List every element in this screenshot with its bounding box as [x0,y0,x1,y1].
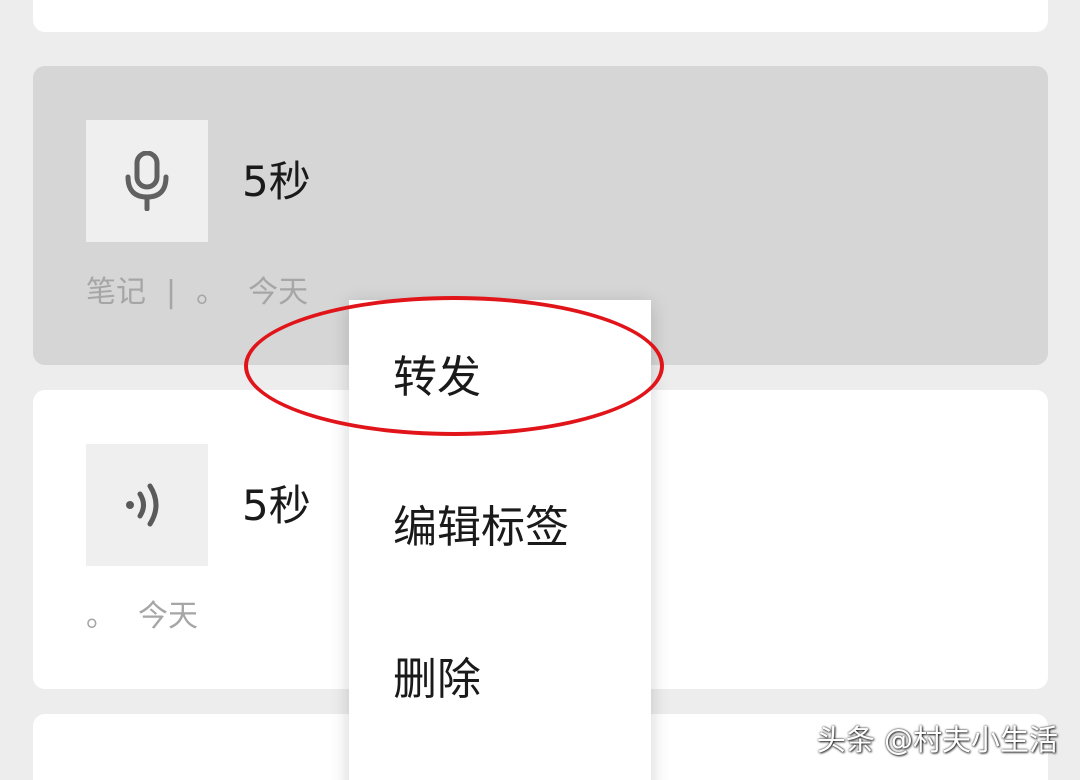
note-category: 笔记 [86,275,146,310]
microphone-icon [125,151,169,211]
voice-note-meta: 笔记 | 。今天 [86,278,308,308]
list-item-partial-top[interactable] [33,0,1048,32]
voice-note-meta: 。今天 [86,602,198,632]
menu-item-edit-tags[interactable]: 编辑标签 [393,506,569,550]
note-preview-text: 。 [196,275,227,310]
screen: 5秒 笔记 |。今天 5秒 。今天 转发 编辑标签 删除 头条 @村夫小生活 [0,0,1080,780]
voice-note-thumbnail [86,120,208,242]
voice-note-duration: 5秒 [242,481,311,530]
watermark: 头条 @村夫小生活 [816,723,1058,757]
context-menu: 转发 编辑标签 删除 [349,300,651,780]
note-date: 今天 [138,599,198,634]
note-date: 今天 [248,275,309,310]
voice-note-duration: 5秒 [242,157,311,206]
menu-item-forward[interactable]: 转发 [393,356,481,400]
menu-item-delete[interactable]: 删除 [393,658,481,702]
note-preview-text: 。 [86,599,116,634]
meta-separator: | [166,275,177,310]
voice-note-thumbnail [86,444,208,566]
voice-playback-icon [126,483,159,527]
